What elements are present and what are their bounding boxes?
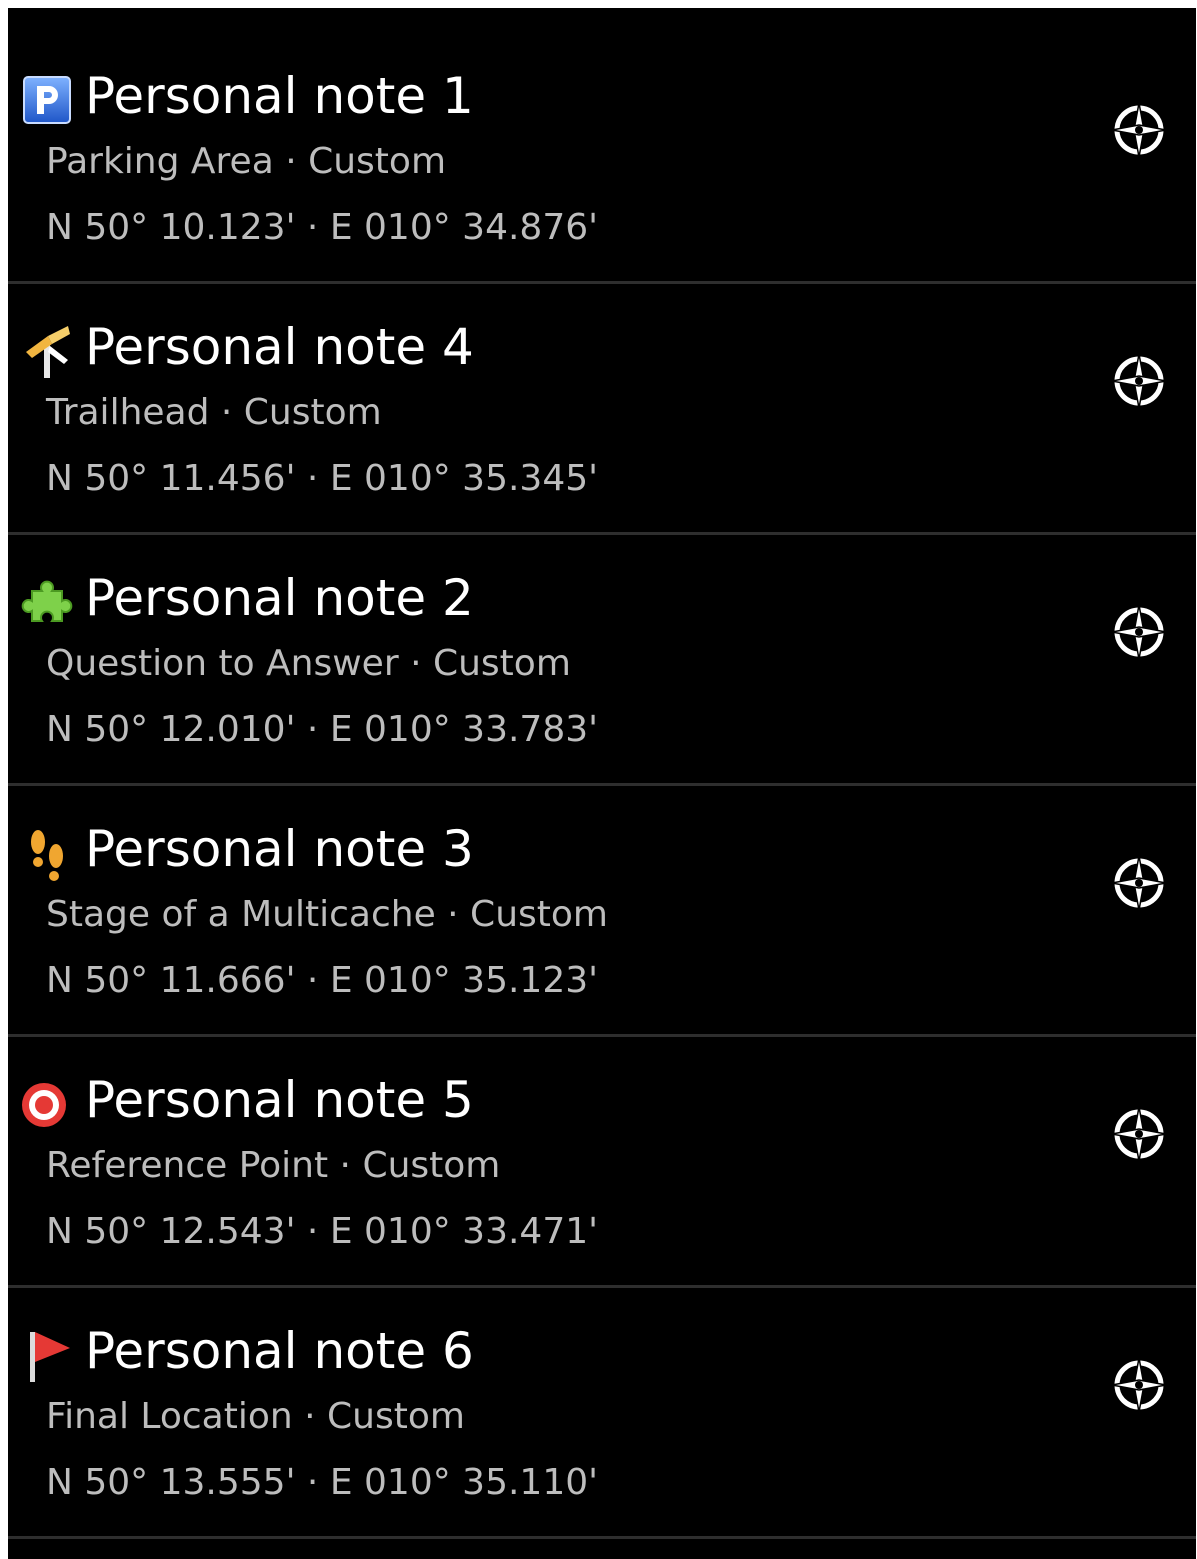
compass-navigate-icon[interactable] [1108, 99, 1170, 161]
waypoint-row[interactable]: Personal note 2 Question to Answer · Cus… [8, 535, 1196, 786]
waypoint-coordinates: N 50° 12.543' · E 010° 33.471' [46, 1211, 599, 1252]
waypoint-title: Personal note 6 [85, 1322, 474, 1380]
parking-icon [18, 71, 76, 129]
waypoint-title: Personal note 1 [85, 67, 474, 125]
waypoint-title: Personal note 2 [85, 569, 474, 627]
compass-navigate-icon[interactable] [1108, 1103, 1170, 1165]
waypoint-row[interactable]: Personal note 6 Final Location · Custom … [8, 1288, 1196, 1539]
footprints-icon [18, 824, 76, 882]
waypoint-type: Trailhead · Custom [46, 392, 382, 433]
waypoint-coordinates: N 50° 11.666' · E 010° 35.123' [46, 960, 599, 1001]
waypoint-type: Question to Answer · Custom [46, 643, 571, 684]
waypoint-list-screen: Personal note 1 Parking Area · Custom N … [8, 8, 1196, 1559]
waypoint-row[interactable]: Personal note 5 Reference Point · Custom… [8, 1037, 1196, 1288]
waypoint-coordinates: N 50° 11.456' · E 010° 35.345' [46, 458, 599, 499]
waypoint-type: Parking Area · Custom [46, 141, 447, 182]
waypoint-type: Reference Point · Custom [46, 1145, 501, 1186]
waypoint-title: Personal note 4 [85, 318, 474, 376]
waypoint-title: Personal note 5 [85, 1071, 474, 1129]
waypoint-list: Personal note 1 Parking Area · Custom N … [8, 33, 1196, 1539]
flag-icon [18, 1326, 76, 1384]
waypoint-row[interactable]: Personal note 4 Trailhead · Custom N 50°… [8, 284, 1196, 535]
compass-navigate-icon[interactable] [1108, 1354, 1170, 1416]
waypoint-coordinates: N 50° 12.010' · E 010° 33.783' [46, 709, 599, 750]
trailhead-icon [18, 322, 76, 380]
waypoint-type: Stage of a Multicache · Custom [46, 894, 608, 935]
waypoint-row[interactable]: Personal note 1 Parking Area · Custom N … [8, 33, 1196, 284]
compass-navigate-icon[interactable] [1108, 601, 1170, 663]
waypoint-row[interactable]: Personal note 3 Stage of a Multicache · … [8, 786, 1196, 1037]
waypoint-coordinates: N 50° 10.123' · E 010° 34.876' [46, 207, 599, 248]
waypoint-type: Final Location · Custom [46, 1396, 465, 1437]
compass-navigate-icon[interactable] [1108, 350, 1170, 412]
waypoint-title: Personal note 3 [85, 820, 474, 878]
compass-navigate-icon[interactable] [1108, 852, 1170, 914]
puzzle-icon [18, 573, 76, 631]
waypoint-coordinates: N 50° 13.555' · E 010° 35.110' [46, 1462, 599, 1503]
target-icon [18, 1075, 76, 1133]
